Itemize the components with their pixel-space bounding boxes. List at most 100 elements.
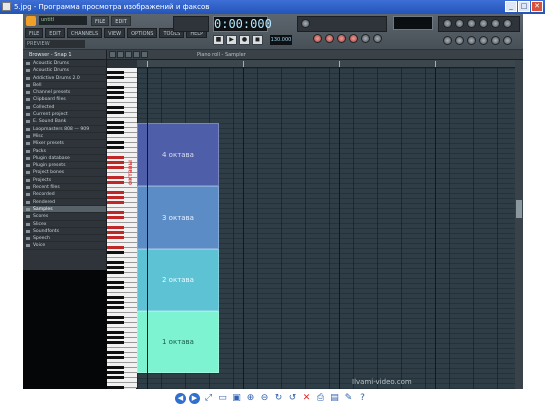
browser-item[interactable]: Loopmasters 808 — 909 (23, 126, 106, 133)
print-button[interactable]: ⎙ (315, 393, 326, 404)
black-key[interactable] (107, 71, 124, 74)
stop-button[interactable]: ■ (213, 35, 224, 45)
black-key[interactable] (107, 351, 124, 354)
black-key[interactable] (107, 231, 124, 234)
tempo-display[interactable]: 130.000 (270, 35, 292, 45)
black-key[interactable] (107, 141, 124, 144)
knob-tool-1[interactable] (443, 19, 452, 28)
black-key[interactable] (107, 301, 124, 304)
black-key[interactable] (107, 106, 124, 109)
black-key[interactable] (107, 296, 124, 299)
black-key[interactable] (107, 121, 124, 124)
menu-file[interactable]: FILE (91, 16, 110, 26)
browser-item[interactable]: Projects (23, 177, 106, 185)
black-key[interactable] (107, 236, 124, 239)
piano-roll-ruler[interactable] (137, 60, 515, 68)
zoom-tool-icon[interactable] (141, 51, 148, 58)
black-key[interactable] (107, 96, 124, 99)
black-key[interactable] (107, 86, 124, 89)
knob-tool-7[interactable] (443, 36, 452, 45)
black-key[interactable] (107, 306, 124, 309)
knob-grey-1[interactable] (361, 34, 370, 43)
browser-item[interactable]: Bell (23, 82, 106, 90)
black-key[interactable] (107, 196, 124, 199)
browser-item[interactable]: Recent files (23, 184, 106, 192)
black-key[interactable] (107, 356, 124, 359)
black-key[interactable] (107, 161, 124, 164)
browser-item[interactable]: Channel presets (23, 89, 106, 97)
save-button[interactable]: ▤ (329, 393, 340, 404)
browser-item[interactable]: Packs (23, 148, 106, 155)
best-fit-button[interactable]: ⤢ (203, 393, 214, 404)
next-image-button[interactable]: ▶ (189, 392, 200, 404)
delete-tool-icon[interactable] (125, 51, 132, 58)
black-key[interactable] (107, 166, 124, 169)
record-button[interactable]: ● (239, 35, 250, 45)
menu-channels[interactable]: CHANNELS (66, 28, 103, 38)
browser-item[interactable]: Misc (23, 133, 106, 141)
browser-item[interactable]: Recorded (23, 191, 106, 199)
select-tool-icon[interactable] (133, 51, 140, 58)
browser-item[interactable]: E. Sound Bank (23, 118, 106, 126)
pattern-selector[interactable] (173, 16, 209, 32)
browser-item[interactable]: Rendered (23, 199, 106, 206)
black-key[interactable] (107, 366, 124, 369)
slideshow-button[interactable]: ▣ (231, 393, 242, 404)
browser-item[interactable]: Samples (23, 205, 106, 214)
black-key[interactable] (107, 126, 124, 129)
knob-tool-10[interactable] (479, 36, 488, 45)
browser-item[interactable]: Current project (23, 111, 106, 119)
master-volume-knob[interactable] (301, 19, 310, 28)
black-key[interactable] (107, 211, 124, 214)
black-key[interactable] (107, 76, 124, 79)
browser-item[interactable]: Soundfonts (23, 228, 106, 236)
menu-edit[interactable]: EDIT (111, 16, 131, 26)
knob-tool-2[interactable] (455, 19, 464, 28)
menu-file-2[interactable]: FILE (25, 28, 44, 38)
black-key[interactable] (107, 316, 124, 319)
maximize-button[interactable]: □ (518, 1, 530, 12)
minimize-button[interactable]: _ (505, 1, 517, 12)
black-key[interactable] (107, 371, 124, 374)
menu-options[interactable]: OPTIONS (127, 28, 158, 38)
black-key[interactable] (107, 281, 124, 284)
black-key[interactable] (107, 386, 124, 389)
knob-tool-9[interactable] (467, 36, 476, 45)
black-key[interactable] (107, 111, 124, 114)
browser-item[interactable]: Mixer presets (23, 140, 106, 148)
black-key[interactable] (107, 131, 124, 134)
black-key[interactable] (107, 261, 124, 264)
black-key[interactable] (107, 336, 124, 339)
knob-tool-4[interactable] (479, 19, 488, 28)
knob-tool-12[interactable] (503, 36, 512, 45)
browser-item[interactable]: Project bones (23, 169, 106, 177)
actual-size-button[interactable]: ▭ (217, 393, 228, 404)
knob-grey-2[interactable] (373, 34, 382, 43)
browser-item[interactable]: Clipboard files (23, 96, 106, 104)
rotate-cw-button[interactable]: ↻ (273, 393, 284, 404)
pattern-song-button[interactable]: ◼ (252, 35, 263, 45)
piano-roll-scrollbar[interactable] (515, 60, 523, 389)
menu-view[interactable]: VIEW (104, 28, 126, 38)
scrollbar-thumb[interactable] (516, 200, 522, 218)
browser-item[interactable]: Voice (23, 242, 106, 250)
knob-red-3[interactable] (337, 34, 346, 43)
browser-item[interactable]: Plugin database (23, 155, 106, 163)
black-key[interactable] (107, 321, 124, 324)
note-grid[interactable]: 4 октава 3 октава 2 октава 1 октава (137, 68, 515, 389)
black-key[interactable] (107, 226, 124, 229)
black-key[interactable] (107, 191, 124, 194)
black-key[interactable] (107, 201, 124, 204)
browser-item[interactable]: Speech (23, 235, 106, 243)
pencil-tool-icon[interactable] (109, 51, 116, 58)
close-button[interactable]: ✕ (531, 1, 543, 12)
knob-red-2[interactable] (325, 34, 334, 43)
help-button[interactable]: ? (357, 393, 368, 404)
brush-tool-icon[interactable] (117, 51, 124, 58)
black-key[interactable] (107, 181, 124, 184)
black-key[interactable] (107, 286, 124, 289)
knob-tool-3[interactable] (467, 19, 476, 28)
knob-tool-5[interactable] (491, 19, 500, 28)
black-key[interactable] (107, 376, 124, 379)
menu-edit-2[interactable]: EDIT (45, 28, 65, 38)
